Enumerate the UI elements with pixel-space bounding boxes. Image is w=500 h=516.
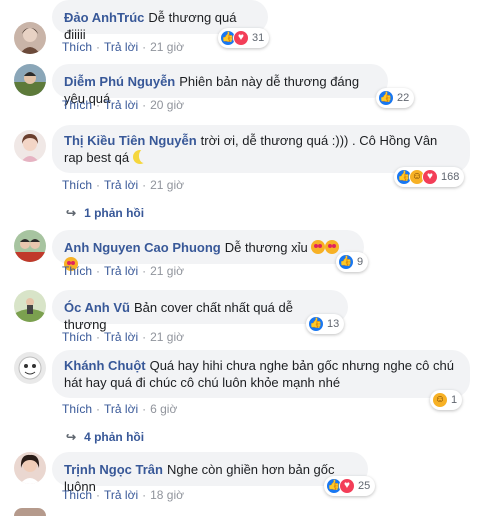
comment-bubble: Thị Kiều Tiên Nguyễn trời ơi, dễ thương q… <box>52 125 470 173</box>
reaction-summary[interactable]: ☺ 1 <box>430 390 463 410</box>
timestamp[interactable]: 21 giờ <box>150 264 184 278</box>
laughing-face-icon: ☺ <box>432 392 448 408</box>
timestamp[interactable]: 18 giờ <box>150 488 184 502</box>
reaction-count: 168 <box>441 171 460 183</box>
author-name[interactable]: Trịnh Ngọc Trân <box>64 462 163 477</box>
reaction-count: 25 <box>358 480 371 492</box>
author-name[interactable]: Thị Kiều Tiên Nguyễn <box>64 133 197 148</box>
thumbs-up-icon: 👍 <box>308 316 324 332</box>
reply-link[interactable]: Trả lời <box>104 178 138 192</box>
avatar[interactable] <box>14 452 46 484</box>
moon-emoji-icon <box>132 149 149 164</box>
timestamp[interactable]: 6 giờ <box>150 402 177 416</box>
reaction-count: 31 <box>252 32 265 44</box>
comment-bubble: Diễm Phú Nguyễn Phiên bản này dễ thương đ… <box>52 64 388 106</box>
heart-icon: ♥ <box>422 169 438 185</box>
reply-link[interactable]: Trả lời <box>104 98 138 112</box>
comment-actions: Thích · Trả lời · 18 giờ <box>62 488 184 502</box>
comment-text: Dễ thương xỉu <box>224 240 308 255</box>
reaction-summary[interactable]: 👍 ♥ 25 <box>324 476 376 496</box>
reply-link[interactable]: Trả lời <box>104 40 138 54</box>
avatar[interactable] <box>14 290 46 322</box>
author-name[interactable]: Anh Nguyen Cao Phuong <box>64 240 221 255</box>
avatar[interactable] <box>14 130 46 162</box>
timestamp[interactable]: 21 giờ <box>150 40 184 54</box>
view-replies-link[interactable]: ↪ 1 phản hồi <box>66 206 144 220</box>
reply-link[interactable]: Trả lời <box>104 264 138 278</box>
reaction-count: 1 <box>451 394 458 406</box>
heart-eyes-emoji-icon <box>311 240 326 254</box>
comment-bubble: Trịnh Ngọc Trân Nghe còn ghiền hơn bản gố… <box>52 452 368 494</box>
comment-actions: Thích · Trả lời · 21 giờ <box>62 40 184 54</box>
comment-bubble: Khánh Chuột Quá hay hihi chưa nghe bản gố… <box>52 350 470 398</box>
comment-actions: Thích · Trả lời · 21 giờ <box>62 264 184 278</box>
avatar[interactable] <box>14 64 46 96</box>
timestamp[interactable]: 20 giờ <box>150 98 184 112</box>
thumbs-up-icon: 👍 <box>378 90 394 106</box>
author-name[interactable]: Diễm Phú Nguyễn <box>64 74 175 89</box>
avatar[interactable] <box>14 352 46 384</box>
thumbs-up-icon: 👍 <box>338 254 354 270</box>
heart-icon: ♥ <box>233 30 249 46</box>
like-link[interactable]: Thích <box>62 40 92 54</box>
like-link[interactable]: Thích <box>62 264 92 278</box>
heart-eyes-emoji-icon <box>325 240 340 254</box>
like-link[interactable]: Thích <box>62 178 92 192</box>
author-name[interactable]: Óc Anh Vũ <box>64 300 130 315</box>
reaction-summary[interactable]: 👍 ☺ ♥ 168 <box>394 167 465 187</box>
reaction-summary[interactable]: 👍 ♥ 31 <box>218 28 270 48</box>
comment-actions: Thích · Trả lời · 20 giờ <box>62 98 184 112</box>
reaction-summary[interactable]: 👍 22 <box>376 88 415 108</box>
comment-actions: Thích · Trả lời · 21 giờ <box>62 330 184 344</box>
heart-icon: ♥ <box>339 478 355 494</box>
like-link[interactable]: Thích <box>62 488 92 502</box>
reply-arrow-icon: ↪ <box>66 430 77 444</box>
reaction-summary[interactable]: 👍 13 <box>306 314 345 334</box>
timestamp[interactable]: 21 giờ <box>150 330 184 344</box>
avatar[interactable] <box>14 508 46 516</box>
reaction-summary[interactable]: 👍 9 <box>336 252 369 272</box>
reply-arrow-icon: ↪ <box>66 206 77 220</box>
like-link[interactable]: Thích <box>62 330 92 344</box>
like-link[interactable]: Thích <box>62 402 92 416</box>
comment-actions: Thích · Trả lời · 21 giờ <box>62 178 184 192</box>
author-name[interactable]: Khánh Chuột <box>64 358 146 373</box>
avatar[interactable] <box>14 230 46 262</box>
view-replies-link[interactable]: ↪ 4 phản hồi <box>66 430 144 444</box>
reaction-count: 13 <box>327 318 340 330</box>
author-name[interactable]: Đảo AnhTrúc <box>64 10 144 25</box>
timestamp[interactable]: 21 giờ <box>150 178 184 192</box>
avatar[interactable] <box>14 22 46 54</box>
comment-bubble: Anh Nguyen Cao Phuong Dễ thương xỉu <box>52 230 364 271</box>
reaction-count: 9 <box>357 256 364 268</box>
reply-link[interactable]: Trả lời <box>104 488 138 502</box>
comment-actions: Thích · Trả lời · 6 giờ <box>62 402 178 416</box>
reply-link[interactable]: Trả lời <box>104 402 138 416</box>
reply-link[interactable]: Trả lời <box>104 330 138 344</box>
reaction-count: 22 <box>397 92 410 104</box>
comment-bubble: Óc Anh Vũ Bản cover chất nhất quá dễ thươ… <box>52 290 348 332</box>
like-link[interactable]: Thích <box>62 98 92 112</box>
